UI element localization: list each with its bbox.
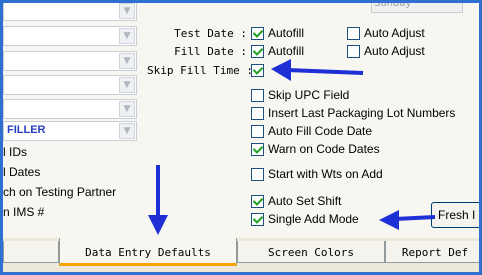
arrow-data-entry-tab-head-icon [148, 215, 168, 235]
annotation-arrows [148, 59, 436, 235]
tab-strip: Data Entry Defaults Screen Colors Report… [3, 238, 479, 272]
arrow-single-add-mode-icon [394, 215, 436, 221]
tab-screen-colors[interactable]: Screen Colors [237, 241, 385, 263]
arrow-skip-fill-time-head-icon [271, 59, 291, 81]
arrow-skip-fill-time-icon [286, 68, 364, 75]
arrow-single-add-mode-head-icon [379, 210, 399, 230]
data-entry-defaults-panel: Sunday ▼ ▼ ▼ ▼ ▼ FILLER ▼ l IDs l Dates … [3, 3, 479, 238]
tab-previous[interactable] [3, 241, 59, 263]
tab-data-entry-defaults[interactable]: Data Entry Defaults [59, 238, 237, 266]
tab-report-defaults[interactable]: Report Def [385, 241, 479, 263]
window-frame: Sunday ▼ ▼ ▼ ▼ ▼ FILLER ▼ l IDs l Dates … [0, 0, 482, 275]
